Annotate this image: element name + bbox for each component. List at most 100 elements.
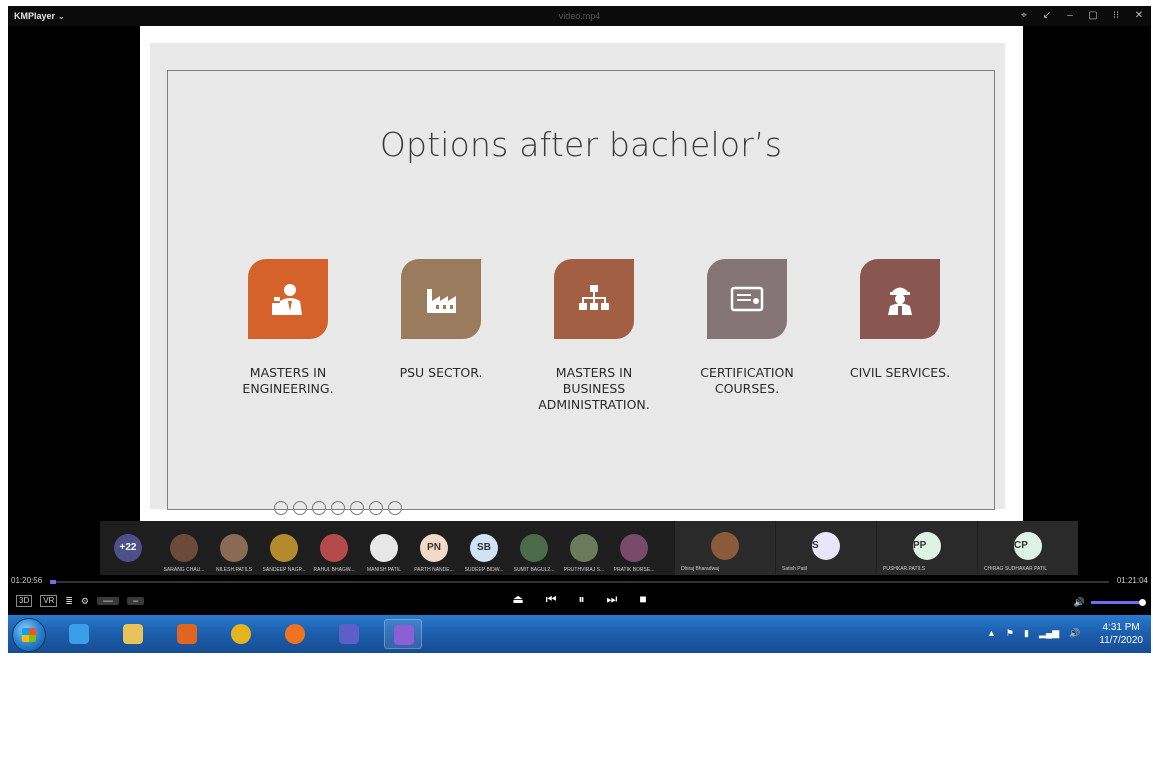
app-glyph <box>177 624 197 644</box>
participant-name: PRUTHVIRAJ S... <box>563 567 605 573</box>
participant-name: MANISH PATIL <box>367 567 401 573</box>
participant-item[interactable]: SUMIT BAGUL2... <box>506 521 562 575</box>
file-explorer-icon[interactable] <box>114 619 152 649</box>
shared-slide: Options after bachelor’s MASTERS IN ENGI… <box>140 26 1023 521</box>
windows-taskbar: ▲ ⚑ ▮ ▂▄▆ 🔊 4:31 PM 11/7/2020 <box>8 615 1151 653</box>
avatar <box>570 534 598 562</box>
seek-row: 01:20:56 01:21:04 <box>8 575 1151 587</box>
video-area[interactable]: Options after bachelor’s MASTERS IN ENGI… <box>8 26 1151 521</box>
option-civil-services: CIVIL SERVICES. <box>835 259 965 381</box>
participant-name: RAHUL BHAGW... <box>313 567 355 573</box>
action-center-flag-icon[interactable]: ⚑ <box>1006 628 1014 639</box>
volume-icon[interactable]: 🔊 <box>1074 597 1085 608</box>
participant-name: Satish Patil <box>782 566 808 572</box>
org-chart-icon <box>579 285 609 310</box>
avatar: S <box>812 532 840 560</box>
maximize-button[interactable]: ▢ <box>1087 10 1099 21</box>
participants-strip: +22 SARANG CHAU... NILESH.PATILS SANDEEP N… <box>100 521 1078 575</box>
participant-item[interactable]: SB SUDEEP BIDW... <box>456 521 512 575</box>
search-icon[interactable] <box>350 501 364 515</box>
participant-name: Dhiraj Bharadwaj <box>681 566 720 572</box>
pen-icon[interactable] <box>312 501 326 515</box>
participant-item[interactable]: PN PARTH NANDE... <box>406 521 462 575</box>
avatar: PP <box>913 532 941 560</box>
fullscreen-button[interactable]: ⁝⁝ <box>1110 10 1122 21</box>
app-glyph <box>339 624 359 644</box>
participant-name: PARTH NANDE... <box>414 567 454 573</box>
battery-icon[interactable]: ▮ <box>1024 628 1029 639</box>
taskbar-clock[interactable]: 4:31 PM 11/7/2020 <box>1099 621 1143 647</box>
participant-tile[interactable]: Dhiraj Bharadwaj <box>675 521 775 575</box>
stop-icon[interactable]: ■ <box>639 592 646 607</box>
participant-tile[interactable]: PP PUSHKAR.PATILS <box>877 521 977 575</box>
system-tray: ▲ ⚑ ▮ ▂▄▆ 🔊 4:31 PM 11/7/2020 <box>981 615 1151 653</box>
minimize-button[interactable]: – <box>1064 10 1076 21</box>
option-certification: CERTIFICATION COURSES. <box>682 259 812 397</box>
media-player-icon[interactable] <box>168 619 206 649</box>
participant-name: PUSHKAR.PATILS <box>883 566 926 572</box>
pause-icon[interactable]: ⏸ <box>579 592 585 607</box>
participant-item[interactable]: PRATIK BORSE... <box>606 521 662 575</box>
firefox-icon[interactable] <box>276 619 314 649</box>
avatar <box>711 532 739 560</box>
seek-progress <box>50 580 56 584</box>
show-hidden-icons[interactable]: ▲ <box>987 628 996 639</box>
chrome-icon[interactable] <box>222 619 260 649</box>
participant-item[interactable]: NILESH.PATILS <box>206 521 262 575</box>
copy-icon[interactable] <box>331 501 345 515</box>
zoom-out-icon[interactable] <box>274 501 288 515</box>
slide-frame: Options after bachelor’s MASTERS IN ENGI… <box>167 70 995 510</box>
eject-icon[interactable]: ⏏ <box>512 592 523 607</box>
option-tile <box>401 259 481 339</box>
avatar <box>370 534 398 562</box>
certificate-icon <box>730 286 764 312</box>
app-glyph <box>231 624 251 644</box>
option-tile <box>707 259 787 339</box>
kmplayer-icon[interactable] <box>384 619 422 649</box>
app-glyph <box>285 624 305 644</box>
network-signal-icon[interactable]: ▂▄▆ <box>1039 628 1059 639</box>
chat-icon[interactable] <box>369 501 383 515</box>
participant-tile[interactable]: S Satish Patil <box>776 521 876 575</box>
speaker-icon[interactable]: 🔊 <box>1069 628 1080 639</box>
next-icon[interactable]: ⏭ <box>607 592 618 607</box>
participant-item[interactable]: MANISH PATIL <box>356 521 412 575</box>
mini-mode-icon[interactable]: ↙ <box>1041 10 1053 21</box>
engineer-icon <box>272 284 302 315</box>
participant-item[interactable]: PRUTHVIRAJ S... <box>556 521 612 575</box>
option-masters-engineering: MASTERS IN ENGINEERING. <box>223 259 353 397</box>
avatar <box>320 534 348 562</box>
pin-icon[interactable]: ⌖ <box>1018 10 1030 21</box>
close-button[interactable]: ✕ <box>1133 10 1145 21</box>
option-tile <box>860 259 940 339</box>
previous-icon[interactable]: ⏮ <box>546 592 557 607</box>
more-count-badge: +22 <box>114 534 142 562</box>
avatar <box>270 534 298 562</box>
participant-name: PRATIK BORSE... <box>613 567 655 573</box>
teams-icon[interactable] <box>330 619 368 649</box>
more-participants-button[interactable]: +22 <box>100 521 156 575</box>
elapsed-time: 01:20:56 <box>11 576 43 585</box>
participant-name: SANDEEP NAGP... <box>262 567 306 573</box>
option-tile <box>554 259 634 339</box>
volume-slider[interactable] <box>1091 599 1146 606</box>
option-mba: MASTERS IN BUSINESS ADMINISTRATION. <box>529 259 659 413</box>
avatar <box>620 534 648 562</box>
avatar <box>220 534 248 562</box>
kmplayer-window: KMPlayer ⌄ video.mp4 ⌖ ↙ – ▢ ⁝⁝ ✕ Options… <box>8 6 1151 653</box>
zoom-in-icon[interactable] <box>293 501 307 515</box>
internet-explorer-icon[interactable] <box>60 619 98 649</box>
seek-bar[interactable] <box>50 581 1109 583</box>
participant-item[interactable]: SANDEEP NAGP... <box>256 521 312 575</box>
start-button[interactable] <box>12 618 46 652</box>
window-controls: ⌖ ↙ – ▢ ⁝⁝ ✕ <box>1018 10 1145 21</box>
participant-item[interactable]: RAHUL BHAGW... <box>306 521 362 575</box>
participant-tile[interactable]: CP CHIRAG SUDHAKAR PATIL <box>978 521 1078 575</box>
zoom-toolbar <box>274 501 402 515</box>
clock-date: 11/7/2020 <box>1099 635 1143 646</box>
more-icon[interactable] <box>388 501 402 515</box>
participant-item[interactable]: SARANG CHAU... <box>156 521 212 575</box>
participant-list: +22 SARANG CHAU... NILESH.PATILS SANDEEP N… <box>100 521 670 575</box>
option-psu-sector: PSU SECTOR. <box>376 259 506 381</box>
option-label: CIVIL SERVICES. <box>849 365 951 380</box>
